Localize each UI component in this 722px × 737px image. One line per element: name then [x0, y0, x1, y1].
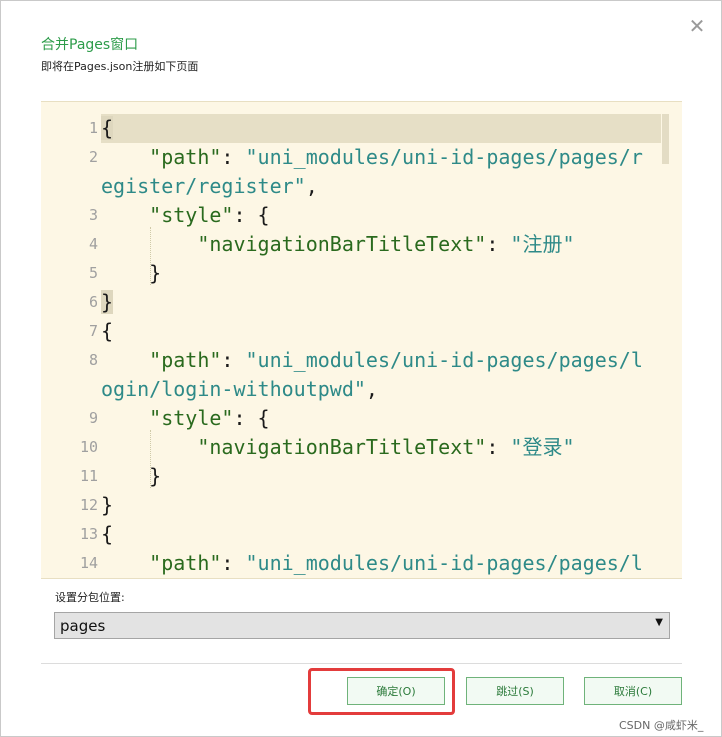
code-text: } [101, 288, 114, 317]
code-line: 10 "navigationBarTitleText": "登录" [41, 433, 682, 462]
code-token: } [101, 261, 162, 285]
code-token: } [101, 493, 114, 517]
code-token: "style" [149, 406, 234, 430]
line-number: 6 [88, 293, 98, 311]
code-token: ogin/login-withoutpwd" [101, 377, 366, 401]
subpackage-label: 设置分包位置: [55, 591, 125, 604]
code-text: "path": "uni_modules/uni-id-pages/pages/… [101, 346, 643, 375]
code-token: "登录" [510, 435, 575, 459]
code-token: : { [233, 406, 270, 430]
code-line: 9 "style": { [41, 404, 682, 433]
code-token: "注册" [510, 232, 575, 256]
code-token: : [221, 551, 246, 575]
code-line: 8 "path": "uni_modules/uni-id-pages/page… [41, 346, 682, 375]
line-number: 9 [88, 409, 98, 427]
code-line: 2 "path": "uni_modules/uni-id-pages/page… [41, 143, 682, 172]
code-line: 13{ [41, 520, 682, 549]
code-text: egister/register", [101, 172, 318, 201]
code-token: "style" [149, 203, 234, 227]
line-number: 10 [79, 438, 98, 456]
code-token: : { [233, 203, 270, 227]
code-text: } [101, 259, 161, 288]
code-line: ogin/login-withoutpwd", [41, 375, 682, 404]
line-number: 4 [88, 235, 98, 253]
footer-divider [41, 663, 682, 664]
code-token: } [101, 290, 114, 314]
code-text: "path": "uni_modules/uni-id-pages/pages/… [101, 143, 643, 172]
line-number: 7 [88, 322, 98, 340]
highlight-annotation-box [308, 668, 455, 715]
line-number: 3 [88, 206, 98, 224]
code-preview-editor[interactable]: 1{2 "path": "uni_modules/uni-id-pages/pa… [41, 101, 682, 579]
code-text: ogin/login-withoutpwd", [101, 375, 378, 404]
dialog-subtitle: 即将在Pages.json注册如下页面 [41, 60, 199, 73]
code-line: 14 "path": "uni_modules/uni-id-pages/pag… [41, 549, 682, 578]
line-number: 13 [79, 525, 98, 543]
line-number: 14 [79, 554, 98, 572]
code-text: "navigationBarTitleText": "注册" [101, 230, 575, 259]
code-text: { [101, 317, 113, 346]
code-line: 5 } [41, 259, 682, 288]
code-token: egister/register" [101, 174, 306, 198]
code-text: "navigationBarTitleText": "登录" [101, 433, 575, 462]
code-token: : [221, 145, 246, 169]
code-line: 12} [41, 491, 682, 520]
code-line: 4 "navigationBarTitleText": "注册" [41, 230, 682, 259]
watermark: CSDN @咸虾米_ [619, 719, 704, 732]
dialog-title: 合并Pages窗口 [41, 37, 139, 53]
code-token: "path" [149, 145, 222, 169]
code-token: "path" [149, 348, 222, 372]
code-token: { [101, 522, 114, 546]
code-token: : [486, 232, 511, 256]
code-text: } [101, 462, 161, 491]
code-text: } [101, 491, 113, 520]
code-token: { [101, 116, 114, 140]
code-token: "uni_modules/uni-id-pages/pages/l [245, 348, 643, 372]
code-text: "style": { [101, 404, 270, 433]
code-token: "navigationBarTitleText" [197, 232, 487, 256]
code-line: 7{ [41, 317, 682, 346]
code-token: } [101, 464, 162, 488]
code-line: 11 } [41, 462, 682, 491]
line-number: 2 [88, 148, 98, 166]
skip-button[interactable]: 跳过(S) [466, 677, 564, 705]
cancel-button[interactable]: 取消(C) [584, 677, 682, 705]
chevron-down-icon: ▼ [655, 617, 663, 628]
code-token: "path" [149, 551, 222, 575]
line-number: 11 [79, 467, 98, 485]
code-token: : [486, 435, 511, 459]
code-text: { [101, 520, 113, 549]
code-text: { [101, 114, 114, 143]
code-line: 3 "style": { [41, 201, 682, 230]
line-number: 12 [79, 496, 98, 514]
code-token: "navigationBarTitleText" [197, 435, 487, 459]
code-line: egister/register", [41, 172, 682, 201]
line-number: 5 [88, 264, 98, 282]
code-token: { [101, 319, 114, 343]
code-token: , [365, 377, 378, 401]
subpackage-select[interactable]: pages ▼ [54, 612, 670, 639]
subpackage-selected-value: pages [60, 617, 106, 635]
code-token: : [221, 348, 246, 372]
code-text: "style": { [101, 201, 270, 230]
code-line: 1{ [41, 114, 682, 143]
close-icon[interactable]: ✕ [686, 15, 708, 37]
merge-pages-dialog: 合并Pages窗口 即将在Pages.json注册如下页面 ✕ 1{2 "pat… [0, 0, 722, 737]
code-token: "uni_modules/uni-id-pages/pages/l [245, 551, 643, 575]
code-token: , [305, 174, 318, 198]
line-number: 8 [88, 351, 98, 369]
code-text: "path": "uni_modules/uni-id-pages/pages/… [101, 549, 643, 578]
code-token: "uni_modules/uni-id-pages/pages/r [245, 145, 643, 169]
line-number: 1 [88, 119, 98, 137]
code-line: 6} [41, 288, 682, 317]
